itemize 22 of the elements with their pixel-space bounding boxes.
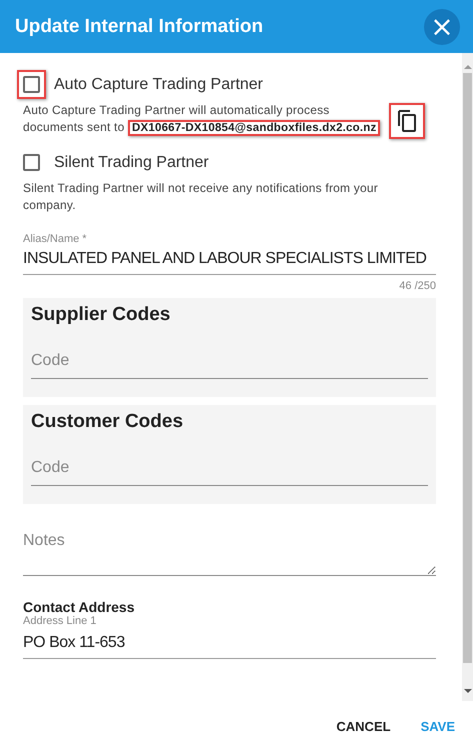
scroll-down-icon[interactable] <box>464 689 472 693</box>
checkbox-label[interactable]: Silent Trading Partner <box>54 154 209 172</box>
copy-button[interactable] <box>389 103 425 139</box>
checkbox[interactable] <box>23 154 40 171</box>
checkbox-label[interactable]: Auto Capture Trading Partner <box>54 76 264 94</box>
close-button[interactable]: × <box>424 8 460 44</box>
scrollbar-thumb[interactable] <box>463 73 472 663</box>
panel-title: Customer Codes <box>31 411 184 433</box>
cancel-button[interactable]: CANCEL <box>326 711 401 742</box>
section-title: Contact Address <box>23 599 135 615</box>
alias-field[interactable]: INSULATED PANEL AND LABOUR SPECIALISTS LIMITED <box>23 245 436 275</box>
scrollbar[interactable] <box>462 53 473 701</box>
address-field[interactable]: PO Box 11-653 <box>23 629 436 659</box>
option-description: Auto Capture Trading Partner will automatically process documents sent to DX10667-DX10854@sandboxfiles.dx2.co.nz <box>23 102 385 137</box>
copy-icon <box>396 109 418 133</box>
character-counter: 46 /250 <box>399 280 436 292</box>
checkbox[interactable] <box>23 76 40 93</box>
dialog-title: Update Internal Information <box>15 16 264 38</box>
field-label: Alias/Name * <box>23 233 87 245</box>
option-description: Silent Trading Partner will not receive any notifications from your company. <box>23 180 379 214</box>
field-label: Address Line 1 <box>23 615 96 627</box>
panel-title: Supplier Codes <box>31 304 170 326</box>
